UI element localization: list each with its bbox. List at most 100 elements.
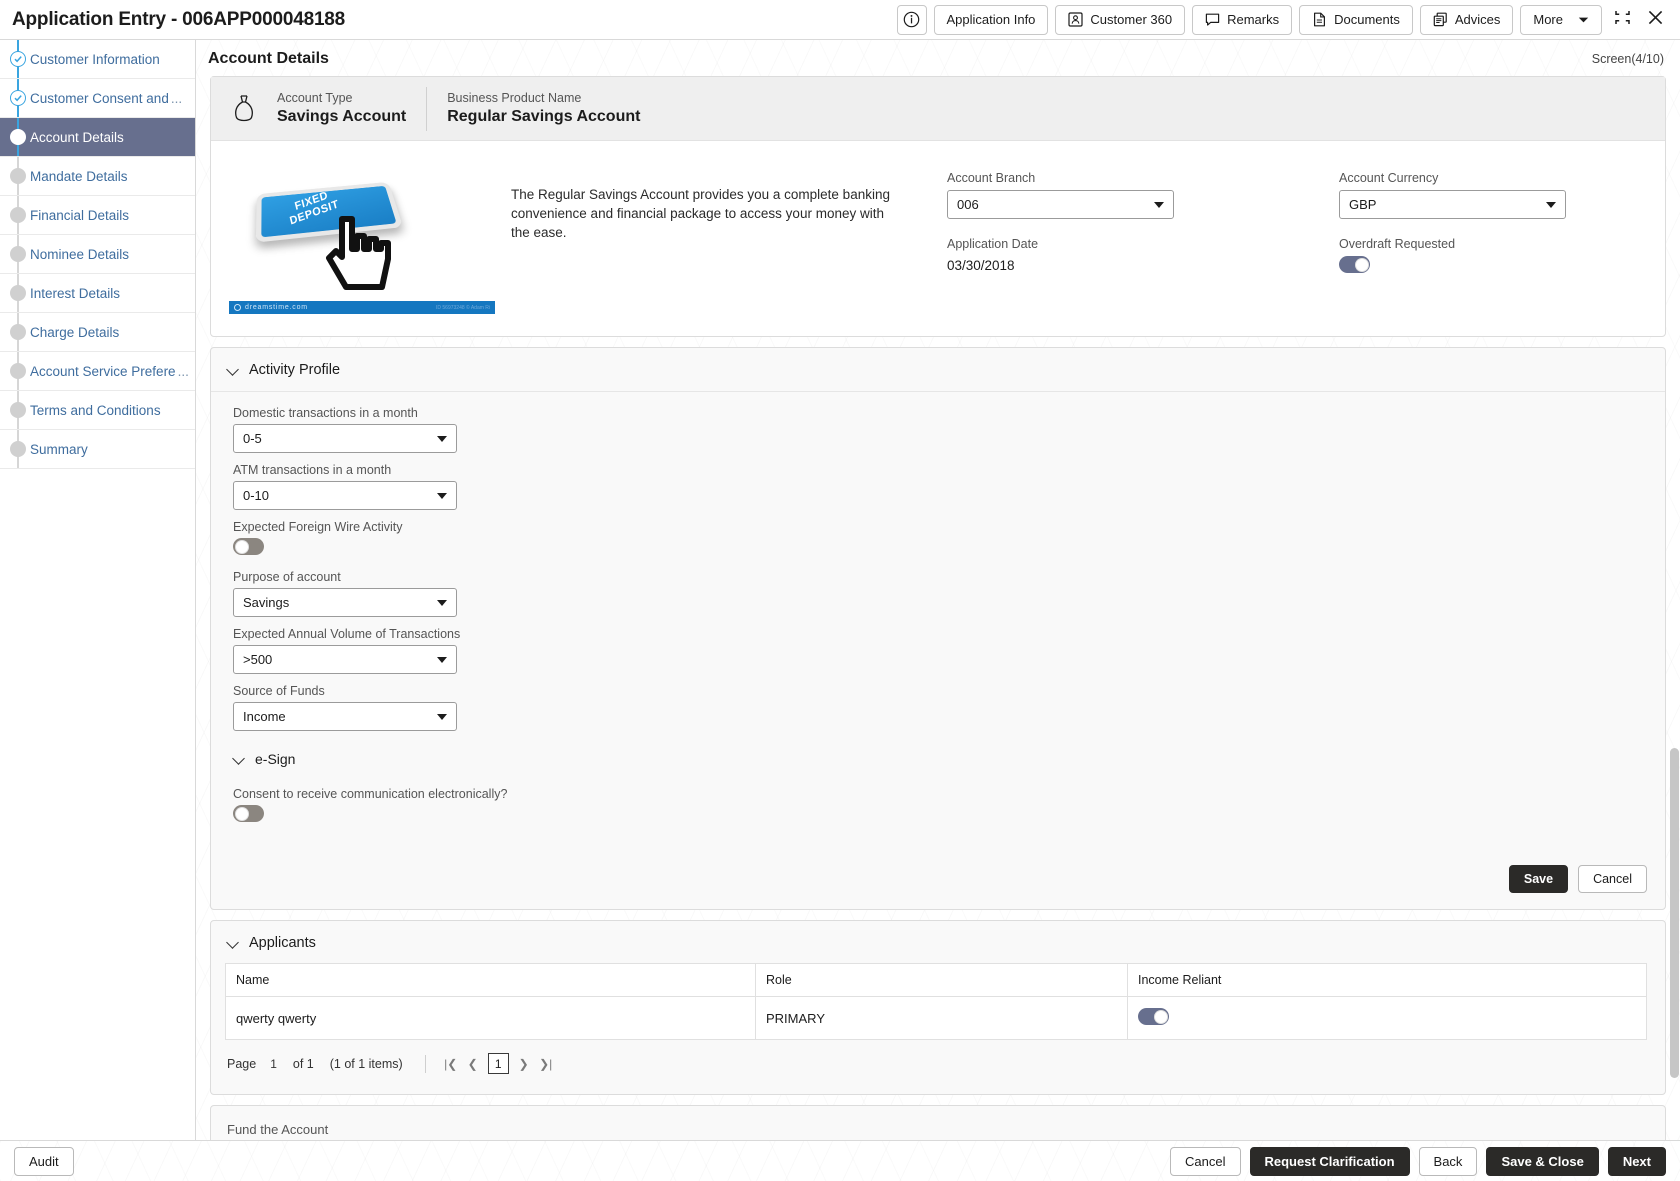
overdraft-requested-toggle[interactable] [1339, 256, 1370, 273]
page-title-text: Application Entry - 006APP000048188 [12, 8, 346, 30]
sidebar-item-ellipsis: ... [170, 90, 183, 106]
purpose-of-account-select[interactable]: Savings [233, 588, 457, 617]
info-button[interactable] [896, 4, 927, 35]
annual-volume-label: Expected Annual Volume of Transactions [233, 627, 461, 641]
annual-volume-value: >500 [243, 652, 273, 667]
scrollbar-thumb[interactable] [1670, 748, 1679, 1078]
account-type-block: Account Type Savings Account [277, 90, 426, 127]
remarks-button[interactable]: Remarks [1192, 4, 1293, 35]
hand-cursor-icon [324, 209, 402, 304]
chevron-down-icon [437, 713, 447, 720]
activity-profile-header[interactable]: Activity Profile [211, 348, 1665, 392]
audit-button[interactable]: Audit [14, 1146, 74, 1176]
fund-the-account-body: Fund the Account [211, 1106, 1665, 1140]
annual-volume-select[interactable]: >500 [233, 645, 457, 674]
purpose-of-account-value: Savings [243, 595, 290, 610]
sidebar-item-label: Summary [30, 441, 88, 457]
next-page-icon[interactable]: ❯ [513, 1054, 535, 1074]
business-product-name-label: Business Product Name [447, 91, 582, 105]
screen-counter: Screen(4/10) [1591, 52, 1664, 66]
pager-of-label: of 1 [292, 1056, 314, 1071]
save-button[interactable]: Save [1508, 865, 1569, 893]
footer-actions: Cancel Request Clarification Back Save &… [1170, 1146, 1666, 1176]
money-bag-icon [229, 94, 259, 124]
sidebar-item-financial-details[interactable]: Financial Details [0, 196, 195, 235]
atm-transactions-select[interactable]: 0-10 [233, 481, 457, 510]
sidebar-item-ellipsis: ... [177, 363, 189, 379]
domestic-transactions-field: Domestic transactions in a month 0-5 [233, 406, 1647, 453]
account-currency-label: Account Currency [1339, 171, 1439, 185]
purpose-of-account-field: Purpose of account Savings [233, 570, 1647, 617]
customer-card-icon [1068, 12, 1084, 27]
account-branch-value: 006 [957, 197, 979, 212]
title-bar: Application Entry - 006APP000048188 Appl… [0, 0, 1680, 40]
application-info-label: Application Info [946, 12, 1036, 27]
sidebar-item-charge-details[interactable]: Charge Details [0, 313, 195, 352]
pager-page-number: 1 [270, 1056, 277, 1071]
activity-profile-body: Domestic transactions in a month 0-5 ATM… [211, 392, 1665, 853]
sidebar-item-mandate-details[interactable]: Mandate Details [0, 157, 195, 196]
current-page-button[interactable]: 1 [487, 1053, 509, 1074]
cell-income-reliant [1127, 996, 1647, 1040]
cancel-button[interactable]: Cancel [1578, 865, 1647, 893]
save-and-close-button[interactable]: Save & Close [1486, 1146, 1599, 1176]
income-reliant-toggle[interactable] [1138, 1008, 1169, 1025]
info-circle-icon [903, 11, 920, 28]
sidebar-item-customer-information[interactable]: Customer Information [0, 40, 195, 79]
esign-header[interactable]: e-Sign [233, 741, 1647, 775]
last-page-icon[interactable]: ❯| [535, 1054, 557, 1074]
documents-button[interactable]: Documents [1299, 4, 1413, 35]
business-product-block: Business Product Name Regular Savings Ac… [447, 90, 660, 127]
application-info-button[interactable]: Application Info [933, 4, 1049, 35]
footer-cancel-button[interactable]: Cancel [1170, 1146, 1241, 1176]
pager-items-label: (1 of 1 items) [329, 1056, 403, 1071]
purpose-of-account-label: Purpose of account [233, 570, 341, 584]
product-card: Account Type Savings Account Business Pr… [210, 76, 1666, 337]
customer-360-button[interactable]: Customer 360 [1055, 4, 1186, 35]
chevron-down-icon [437, 599, 447, 606]
prev-page-icon[interactable]: ❮ [462, 1054, 484, 1074]
sidebar-item-label: Account Details [30, 129, 124, 145]
atm-transactions-value: 0-10 [243, 488, 270, 503]
source-of-funds-select[interactable]: Income [233, 702, 457, 731]
applicants-title: Applicants [249, 935, 316, 951]
copy-pages-icon [1433, 12, 1448, 27]
chevron-down-icon [1546, 201, 1556, 208]
collapse-button[interactable] [1609, 7, 1635, 33]
sidebar-item-label: Financial Details [30, 207, 130, 223]
vertical-scrollbar[interactable] [1670, 48, 1679, 1131]
esign-consent-toggle[interactable] [233, 805, 264, 822]
advices-button[interactable]: Advices [1419, 4, 1514, 35]
back-button[interactable]: Back [1418, 1146, 1478, 1176]
sidebar-item-terms-and-conditions[interactable]: Terms and Conditions [0, 391, 195, 430]
request-clarification-button[interactable]: Request Clarification [1249, 1146, 1410, 1176]
more-dropdown-button[interactable]: More [1520, 4, 1602, 35]
applicants-header[interactable]: Applicants [211, 921, 1665, 955]
sidebar-item-customer-consent[interactable]: Customer Consent and ... [0, 79, 195, 118]
close-button[interactable] [1642, 7, 1668, 33]
first-page-icon[interactable]: |❮ [440, 1054, 462, 1074]
domestic-transactions-select[interactable]: 0-5 [233, 424, 457, 453]
sidebar-item-account-service-preferences[interactable]: Account Service Prefere ... [0, 352, 195, 391]
toggle-knob [1354, 257, 1369, 272]
title-bar-actions: Application Info Customer 360 Remarks Do… [896, 4, 1680, 35]
sidebar-item-nominee-details[interactable]: Nominee Details [0, 235, 195, 274]
account-currency-select[interactable]: GBP [1339, 190, 1566, 219]
domestic-transactions-label: Domestic transactions in a month [233, 406, 418, 420]
chevron-down-icon [233, 753, 245, 765]
sidebar-item-interest-details[interactable]: Interest Details [0, 274, 195, 313]
divider [424, 1054, 426, 1073]
table-row[interactable]: qwerty qwerty PRIMARY [225, 996, 1647, 1040]
chevron-down-icon [227, 364, 239, 376]
source-of-funds-value: Income [243, 709, 286, 724]
sidebar-item-account-details[interactable]: Account Details [0, 118, 195, 157]
customer-360-label: Customer 360 [1090, 12, 1173, 27]
foreign-wire-activity-toggle[interactable] [233, 538, 264, 555]
column-header-role: Role [755, 963, 1128, 997]
toggle-knob [234, 539, 249, 554]
sidebar-item-summary[interactable]: Summary [0, 430, 195, 469]
sidebar-item-label: Mandate Details [30, 168, 128, 184]
next-button[interactable]: Next [1607, 1146, 1666, 1176]
account-branch-select[interactable]: 006 [947, 190, 1174, 219]
esign-consent-field: Consent to receive communication electro… [233, 787, 1647, 827]
